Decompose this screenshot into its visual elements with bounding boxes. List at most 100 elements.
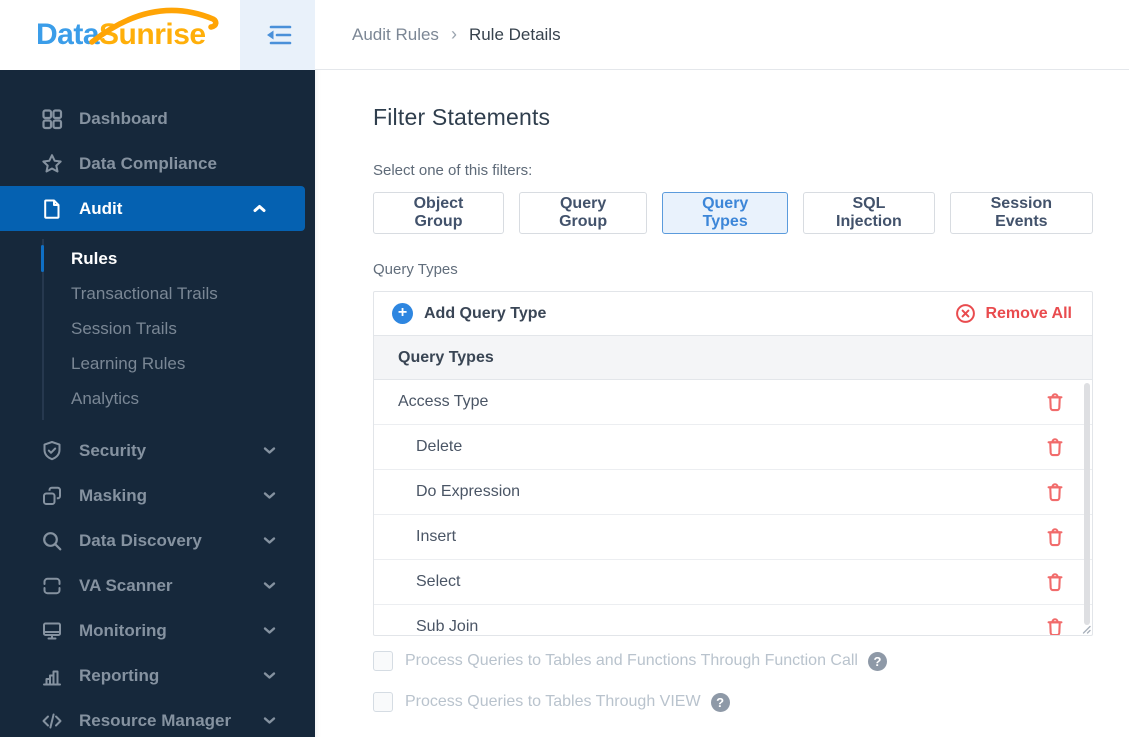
document-icon (44, 199, 60, 219)
delete-row-button[interactable] (1044, 481, 1066, 504)
sidebar-item-label: Reporting (79, 665, 160, 685)
row-label: Sub Join (416, 618, 479, 635)
sidebar-item-transactional-trails[interactable]: Transactional Trails (0, 276, 315, 311)
sidebar-item-audit[interactable]: Audit (0, 186, 305, 231)
top-bar: DataSunrise Audit Rules › Rule Details (0, 0, 1129, 70)
submenu-label: Learning Rules (71, 353, 186, 373)
sidebar-item-label: Data Compliance (79, 153, 217, 173)
filter-tab-object-group[interactable]: Object Group (373, 192, 504, 234)
table-row: Sub Join (374, 605, 1092, 635)
row-label: Do Expression (416, 483, 521, 500)
code-icon (42, 713, 62, 728)
collapse-sidebar-icon (266, 25, 291, 45)
sidebar-item-analytics[interactable]: Analytics (0, 381, 315, 416)
plus-circle-icon: + (392, 303, 413, 324)
remove-all-label: Remove All (985, 304, 1072, 322)
table-scrollbar-thumb[interactable] (1084, 383, 1090, 625)
logo-part-sunrise: Sunrise (89, 7, 219, 51)
delete-row-button[interactable] (1044, 391, 1066, 414)
filter-select-label: Select one of this filters: (373, 162, 533, 179)
filter-tab-session-events[interactable]: Session Events (949, 192, 1093, 234)
filter-tab-query-types[interactable]: Query Types (662, 192, 789, 234)
chevron-down-icon (263, 627, 276, 634)
trash-icon (1047, 617, 1063, 635)
table-row: Delete (374, 425, 1092, 470)
question-icon[interactable]: ? (867, 651, 887, 671)
sidebar-item-resource-manager[interactable]: Resource Manager (0, 698, 315, 743)
overlap-squares-icon (43, 486, 62, 505)
question-icon[interactable]: ? (710, 692, 730, 712)
query-types-table: + Add Query Type Remove All Query Types … (373, 291, 1093, 636)
sidebar-item-masking[interactable]: Masking (0, 473, 315, 518)
search-icon (43, 531, 62, 550)
function-call-checkbox-label: Process Queries to Tables and Functions … (405, 652, 858, 669)
option-row-view: Process Queries to Tables Through VIEW ? (373, 692, 1093, 712)
submenu-label: Transactional Trails (71, 283, 218, 303)
app-logo[interactable]: DataSunrise (0, 0, 240, 70)
submenu-label: Rules (71, 248, 118, 268)
scanner-icon (43, 577, 61, 594)
delete-row-button[interactable] (1044, 616, 1066, 635)
table-row: Select (374, 560, 1092, 605)
sidebar-item-dashboard[interactable]: Dashboard (0, 96, 315, 141)
sidebar-item-label: Security (79, 440, 147, 460)
x-circle-icon (956, 304, 976, 323)
sidebar-item-data-compliance[interactable]: Data Compliance (0, 141, 315, 186)
collapse-sidebar-button[interactable] (240, 0, 315, 70)
delete-row-button[interactable] (1044, 436, 1066, 459)
sidebar-item-reporting[interactable]: Reporting (0, 653, 315, 698)
bar-chart-icon (43, 670, 61, 685)
row-label: Access Type (398, 393, 489, 410)
logo-text: DataSunrise (36, 7, 219, 52)
trash-icon (1047, 392, 1063, 411)
logo-part-data: Data (36, 18, 100, 51)
sidebar-item-label: Resource Manager (79, 710, 232, 730)
sidebar-item-label: VA Scanner (79, 575, 173, 595)
table-row: Do Expression (374, 470, 1092, 515)
table-column-header: Query Types (374, 336, 1092, 380)
table-toolbar: + Add Query Type Remove All (374, 292, 1092, 336)
remove-all-button[interactable]: Remove All (955, 303, 1072, 324)
shield-check-icon (43, 440, 61, 460)
option-row-function-call: Process Queries to Tables and Functions … (373, 651, 1093, 671)
view-checkbox[interactable] (373, 692, 393, 712)
sidebar-item-label: Data Discovery (79, 530, 202, 550)
query-types-section-label: Query Types (373, 261, 458, 278)
row-label: Select (416, 573, 461, 590)
trash-icon (1047, 482, 1063, 501)
breadcrumb-parent-link[interactable]: Audit Rules (352, 25, 439, 45)
monitor-icon (43, 622, 61, 639)
submenu-label: Session Trails (71, 318, 177, 338)
chevron-down-icon (263, 717, 276, 724)
sidebar-item-label: Masking (79, 485, 148, 505)
delete-row-button[interactable] (1044, 571, 1066, 594)
chevron-down-icon (263, 672, 276, 679)
trash-icon (1047, 437, 1063, 456)
sidebar-item-monitoring[interactable]: Monitoring (0, 608, 315, 653)
sidebar-item-security[interactable]: Security (0, 428, 315, 473)
trash-icon (1047, 527, 1063, 546)
sidebar-item-session-trails[interactable]: Session Trails (0, 311, 315, 346)
breadcrumb-current: Rule Details (468, 24, 561, 44)
page-title: Filter Statements (373, 104, 551, 130)
star-icon (42, 153, 62, 172)
filter-tab-query-group[interactable]: Query Group (518, 192, 648, 234)
sidebar-item-data-discovery[interactable]: Data Discovery (0, 518, 315, 563)
add-query-type-button[interactable]: + Add Query Type (392, 303, 546, 324)
table-resize-handle[interactable] (1080, 623, 1091, 634)
filter-tabs: Object Group Query Group Query Types SQL… (373, 192, 1093, 234)
row-label: Insert (416, 528, 457, 545)
submenu-label: Analytics (71, 388, 140, 408)
delete-row-button[interactable] (1044, 526, 1066, 549)
filter-tab-sql-injection[interactable]: SQL Injection (803, 192, 935, 234)
main-content: Filter Statements Select one of this fil… (315, 70, 1129, 737)
sidebar-item-label: Audit (79, 198, 123, 218)
function-call-checkbox[interactable] (373, 651, 393, 671)
trash-icon (1047, 572, 1063, 591)
sidebar-item-label: Monitoring (79, 620, 167, 640)
sidebar-item-rules[interactable]: Rules (0, 241, 315, 276)
chevron-down-icon (263, 582, 276, 589)
sidebar-item-learning-rules[interactable]: Learning Rules (0, 346, 315, 381)
sidebar-item-va-scanner[interactable]: VA Scanner (0, 563, 315, 608)
chevron-up-icon (253, 205, 266, 212)
